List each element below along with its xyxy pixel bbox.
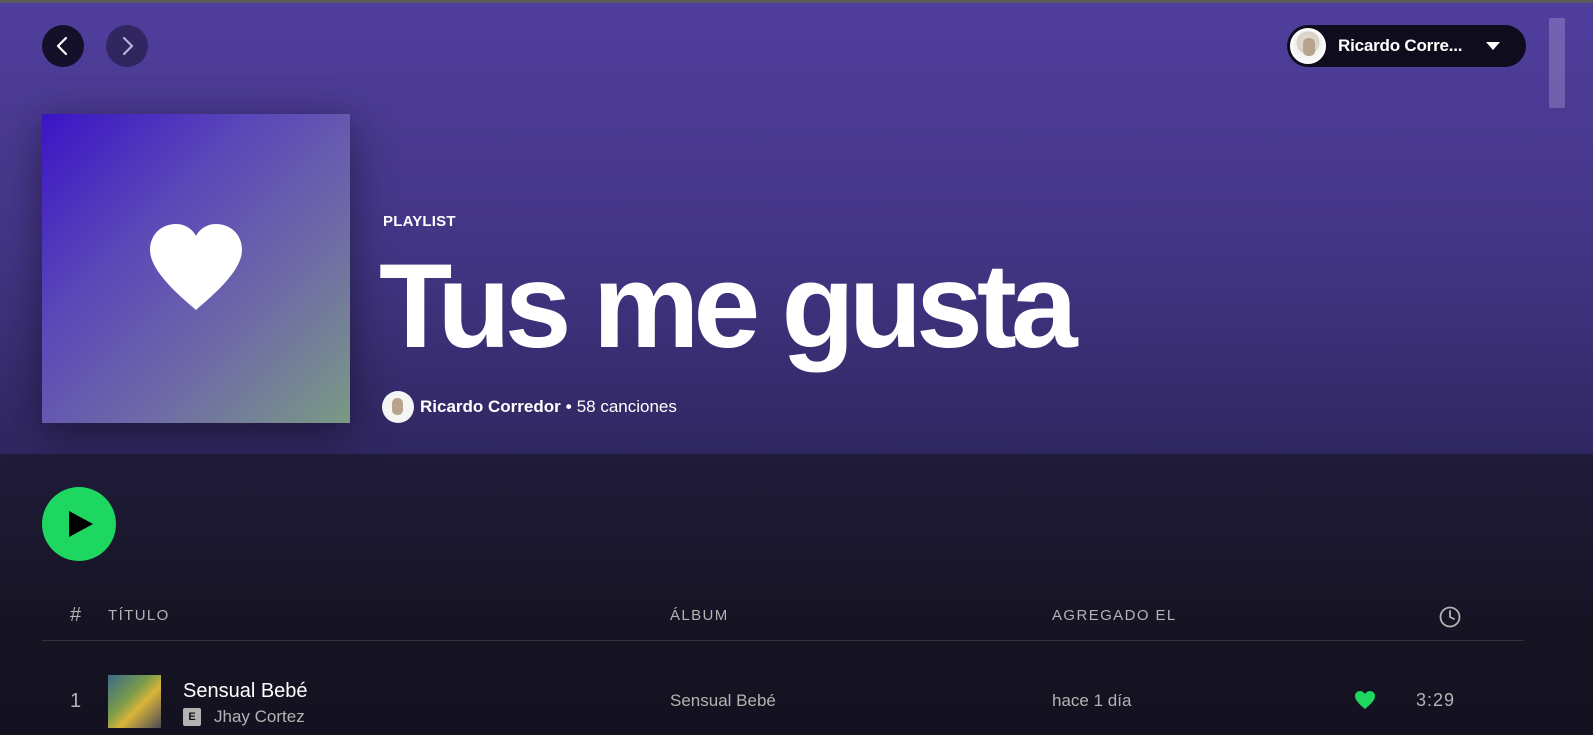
explicit-badge: E (183, 708, 201, 726)
user-name: Ricardo Corre... (1338, 36, 1463, 55)
playlist-cover (42, 114, 350, 423)
back-button[interactable] (42, 25, 84, 67)
column-header-title[interactable]: TÍTULO (108, 607, 170, 624)
album-link[interactable]: Sensual Bebé (670, 691, 776, 711)
liked-heart-icon[interactable] (1354, 690, 1376, 710)
track-number: 1 (70, 690, 82, 712)
column-header-number: # (70, 604, 82, 626)
song-count: 58 canciones (576, 396, 677, 416)
playlist-title: Tus me gusta (379, 239, 1078, 373)
playlist-type-label: PLAYLIST (383, 213, 456, 230)
user-avatar (1290, 28, 1326, 64)
album-art-thumbnail (108, 675, 161, 728)
forward-button[interactable] (106, 25, 148, 67)
play-icon (69, 511, 93, 537)
chevron-right-icon (122, 36, 134, 56)
scrollbar-thumb[interactable] (1549, 18, 1565, 108)
column-header-album[interactable]: ÁLBUM (670, 607, 729, 624)
track-title-link[interactable]: Sensual Bebé (183, 680, 308, 703)
playlist-meta: Ricardo Corredor • 58 canciones (382, 390, 677, 423)
header-divider (42, 640, 1524, 641)
column-header-added[interactable]: AGREGADO EL (1052, 607, 1177, 624)
play-button[interactable] (42, 487, 116, 561)
chevron-left-icon (56, 36, 68, 56)
clock-icon[interactable] (1439, 606, 1461, 628)
date-added: hace 1 día (1052, 691, 1132, 710)
track-duration: 3:29 (1416, 690, 1456, 710)
user-menu-button[interactable]: Ricardo Corre... (1287, 25, 1526, 67)
caret-down-icon (1486, 42, 1500, 50)
owner-avatar[interactable] (382, 390, 414, 423)
heart-icon (150, 223, 242, 310)
meta-separator: • (565, 396, 572, 416)
table-row[interactable]: 1 Sensual Bebé E Jhay Cortez Sensual Beb… (42, 660, 1524, 735)
artist-link[interactable]: Jhay Cortez (214, 707, 305, 727)
owner-name-link[interactable]: Ricardo Corredor (420, 397, 561, 417)
